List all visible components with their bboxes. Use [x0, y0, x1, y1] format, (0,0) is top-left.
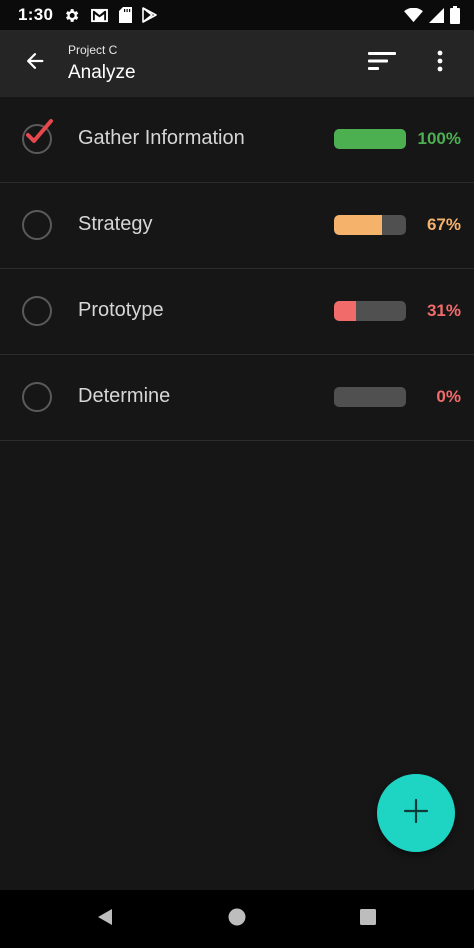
checkmark-icon: [26, 119, 53, 143]
back-triangle-icon: [95, 907, 115, 932]
gmail-icon: [90, 8, 109, 23]
battery-icon: [450, 6, 460, 24]
sort-icon: [367, 51, 397, 76]
status-icons-right: [404, 6, 460, 24]
app-bar: Project C Analyze: [0, 30, 474, 97]
nav-recents-button[interactable]: [353, 904, 383, 934]
progress-bar: [334, 301, 406, 321]
nav-home-button[interactable]: [222, 904, 252, 934]
back-button[interactable]: [16, 44, 54, 82]
more-vert-icon: [437, 50, 443, 77]
progress-bar: [334, 387, 406, 407]
gear-icon: [63, 7, 80, 24]
page-title: Analyze: [68, 62, 136, 83]
status-bar: 1:30: [0, 0, 474, 30]
progress-percent: 67%: [426, 215, 461, 234]
sd-card-icon: [119, 7, 132, 23]
progress-percent: 0%: [436, 387, 461, 406]
recents-square-icon: [359, 908, 377, 931]
task-checkbox[interactable]: [20, 294, 54, 328]
task-label: Gather Information: [78, 127, 245, 149]
status-icons-left: [63, 6, 157, 24]
status-time: 1:30: [18, 5, 54, 24]
system-nav-bar: [0, 890, 474, 948]
progress-fill: [334, 301, 357, 321]
nav-back-button[interactable]: [90, 904, 120, 934]
add-task-button[interactable]: [377, 774, 455, 852]
progress-bar: [334, 129, 406, 149]
task-row[interactable]: Determine 0%: [0, 355, 474, 441]
signal-icon: [429, 7, 444, 23]
arrow-back-icon: [24, 50, 46, 77]
progress-percent: 31%: [426, 301, 461, 320]
sort-button[interactable]: [364, 46, 400, 80]
plus-icon: [403, 798, 429, 829]
task-checkbox[interactable]: [20, 380, 54, 414]
project-subtitle: Project C: [68, 43, 118, 57]
progress-fill: [334, 215, 383, 235]
progress-percent: 100%: [417, 129, 461, 148]
task-row[interactable]: Gather Information 100%: [0, 97, 474, 183]
task-list: Gather Information 100% Strategy 67% Pro…: [0, 97, 474, 441]
home-circle-icon: [227, 907, 247, 932]
task-checkbox[interactable]: [20, 208, 54, 242]
play-store-icon: [142, 7, 157, 23]
task-row[interactable]: Strategy 67%: [0, 183, 474, 269]
task-label: Strategy: [78, 213, 153, 235]
task-label: Prototype: [78, 299, 164, 321]
screen: 1:30 Project C Analyze Gather Informatio…: [0, 0, 474, 948]
progress-fill: [334, 129, 406, 149]
progress-bar: [334, 215, 406, 235]
task-row[interactable]: Prototype 31%: [0, 269, 474, 355]
task-label: Determine: [78, 385, 171, 407]
more-options-button[interactable]: [426, 46, 454, 80]
wifi-icon: [404, 7, 423, 23]
task-checkbox[interactable]: [20, 119, 54, 156]
